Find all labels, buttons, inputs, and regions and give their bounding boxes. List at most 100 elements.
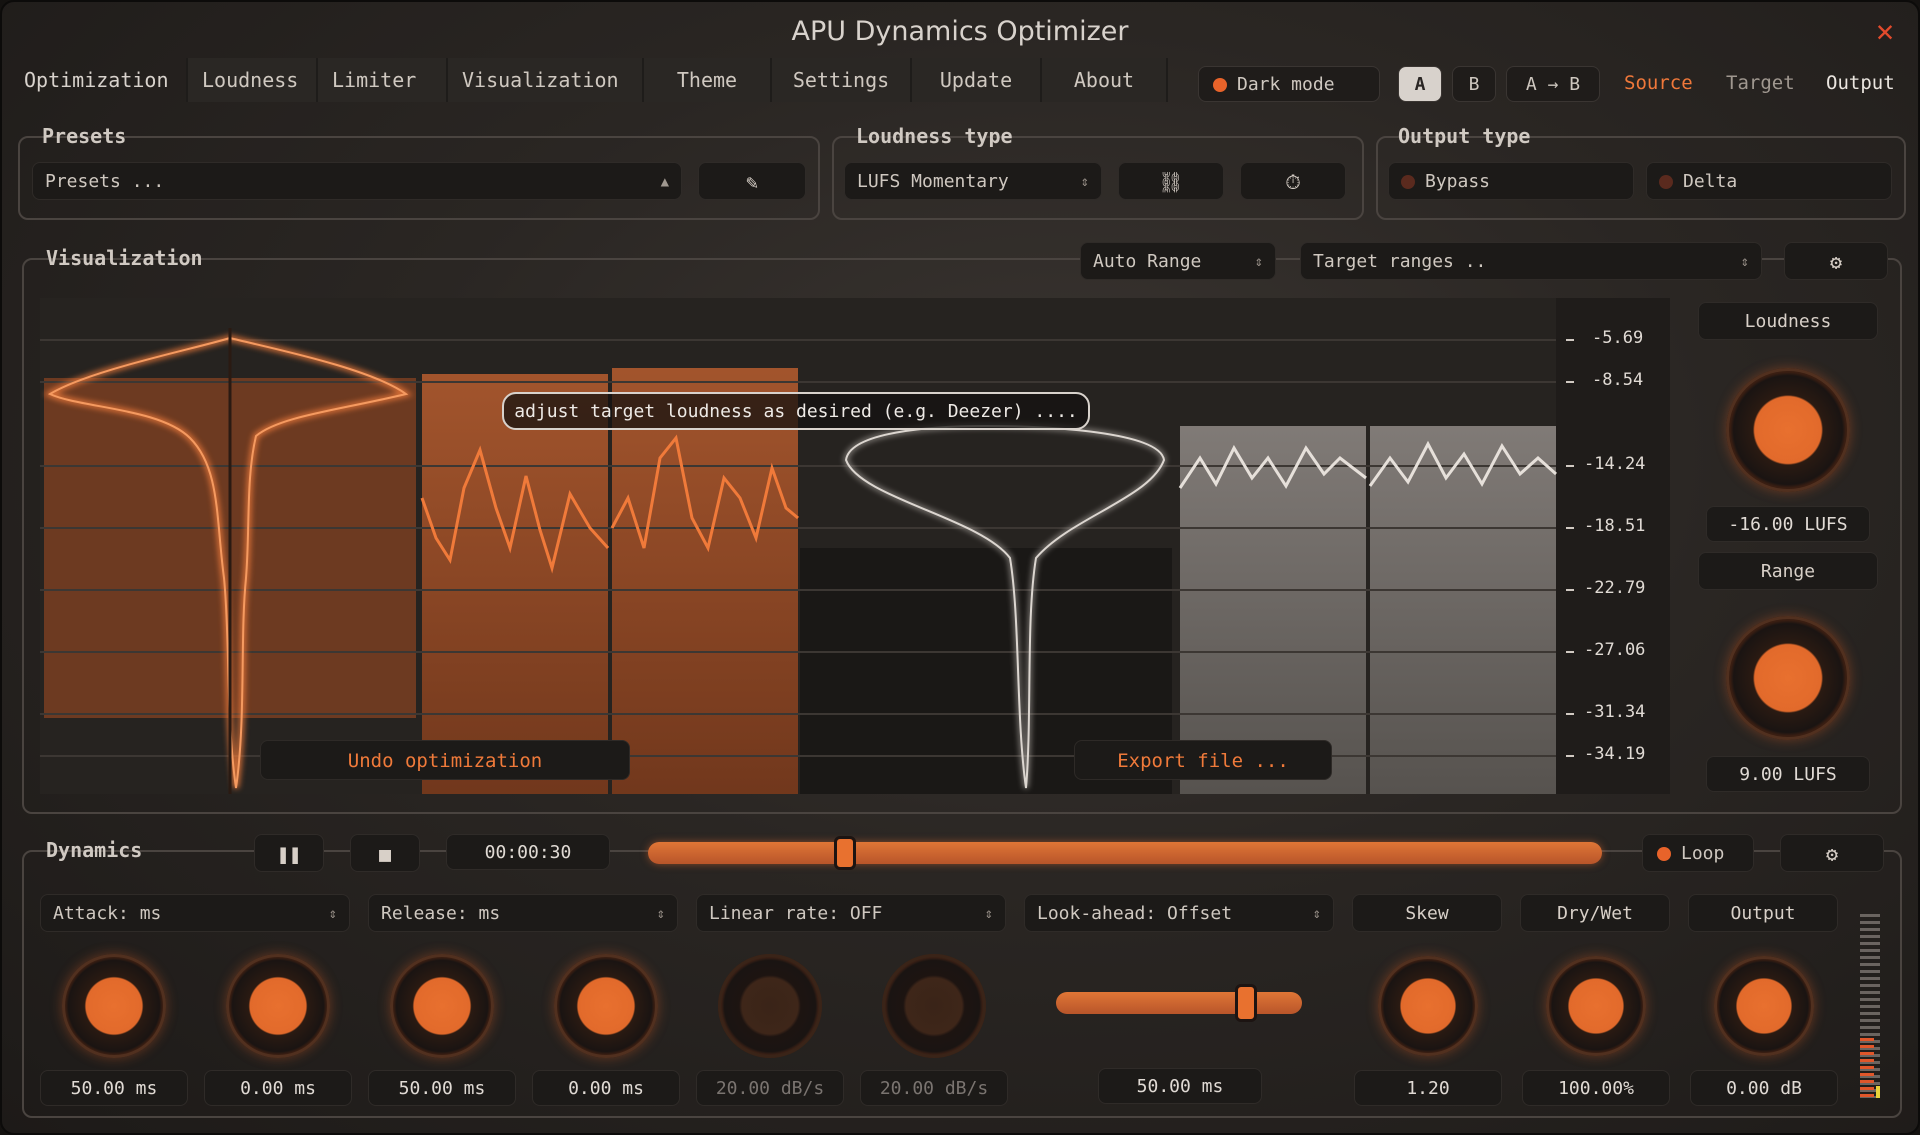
loudness-knob[interactable]	[1726, 368, 1850, 492]
delta-label: Delta	[1683, 171, 1738, 192]
stop-button[interactable]: ■	[350, 834, 420, 872]
release-value[interactable]: 50.00 ms	[368, 1070, 516, 1106]
pause-button[interactable]: ❚❚	[254, 834, 324, 872]
scale-label: -18.51	[1584, 516, 1646, 536]
dynamics-settings-button[interactable]: ⚙	[1780, 834, 1884, 872]
dark-mode-toggle[interactable]: Dark mode	[1198, 66, 1380, 102]
pause-icon: ❚❚	[276, 842, 302, 866]
scale-label: -8.54	[1592, 370, 1644, 390]
output-level-fill	[1860, 1038, 1874, 1098]
lookahead-slider[interactable]	[1056, 984, 1302, 1022]
release-secondary-value[interactable]: 0.00 ms	[532, 1070, 680, 1106]
release-select[interactable]: Release: ms ⇕	[368, 894, 678, 932]
tab-about[interactable]: About	[1042, 58, 1168, 102]
window-title: APU Dynamics Optimizer	[791, 16, 1129, 47]
range-mode-select[interactable]: Auto Range ⇕	[1080, 242, 1276, 280]
linear-rate-secondary-value[interactable]: 20.00 dB/s	[860, 1070, 1008, 1106]
plugin-window: APU Dynamics Optimizer ✕ Optimization Lo…	[0, 0, 1920, 1135]
playback-time: 00:00:30	[446, 834, 610, 870]
output-label: Output	[1688, 894, 1838, 932]
output-level-meter	[1860, 914, 1880, 1098]
timer-button[interactable]: ⏱	[1240, 162, 1346, 200]
tab-update[interactable]: Update	[912, 58, 1042, 102]
select-arrows-icon: ⇕	[984, 906, 993, 922]
select-arrows-icon: ⇕	[1080, 174, 1089, 190]
linear-rate-value-box[interactable]: 20.00 dB/s	[696, 1070, 844, 1106]
tab-loudness[interactable]: Loudness	[188, 58, 318, 102]
release-knob[interactable]	[390, 954, 494, 1058]
pencil-icon: ✎	[745, 170, 759, 194]
drywet-label: Dry/Wet	[1520, 894, 1670, 932]
target-ranges-value: Target ranges ..	[1313, 251, 1487, 272]
output-value[interactable]: 0.00 dB	[1690, 1070, 1838, 1106]
lookahead-value[interactable]: 50.00 ms	[1098, 1068, 1262, 1104]
attack-knob[interactable]	[62, 954, 166, 1058]
plot-svg	[40, 298, 1670, 794]
bypass-toggle[interactable]: Bypass	[1388, 162, 1634, 200]
source-link[interactable]: Source	[1624, 72, 1693, 94]
close-icon[interactable]: ✕	[1876, 14, 1894, 49]
drywet-value[interactable]: 100.00%	[1522, 1070, 1670, 1106]
attack-select[interactable]: Attack: ms ⇕	[40, 894, 350, 932]
scale-label: -5.69	[1592, 328, 1644, 348]
a-to-b-button[interactable]: A → B	[1506, 66, 1600, 102]
presets-value: Presets ...	[45, 171, 165, 192]
gear-icon: ⚙	[1825, 842, 1839, 866]
linear-rate-knob-secondary[interactable]	[882, 954, 986, 1058]
range-value[interactable]: 9.00 LUFS	[1706, 756, 1870, 792]
scale-label: -14.24	[1584, 454, 1646, 474]
select-arrows-icon: ⇕	[1740, 254, 1749, 270]
edit-preset-button[interactable]: ✎	[698, 162, 806, 200]
select-arrows-icon: ▲	[660, 174, 669, 190]
tab-settings[interactable]: Settings	[772, 58, 912, 102]
export-file-button[interactable]: Export file ...	[1074, 740, 1332, 780]
loudness-type-label: Loudness type	[856, 124, 1013, 148]
b-button[interactable]: B	[1452, 66, 1496, 102]
attack-value[interactable]: 50.00 ms	[40, 1070, 188, 1106]
target-ranges-select[interactable]: Target ranges .. ⇕	[1300, 242, 1762, 280]
loudness-type-value: LUFS Momentary	[857, 171, 1009, 192]
range-knob[interactable]	[1726, 616, 1850, 740]
release-knob-secondary[interactable]	[554, 954, 658, 1058]
lookahead-thumb[interactable]	[1235, 984, 1257, 1022]
delta-toggle[interactable]: Delta	[1646, 162, 1892, 200]
delta-indicator	[1659, 175, 1673, 189]
tab-visualization[interactable]: Visualization	[448, 58, 644, 102]
select-arrows-icon: ⇕	[1312, 906, 1321, 922]
output-knob[interactable]	[1714, 956, 1814, 1056]
playback-progress-slider[interactable]	[648, 836, 1602, 870]
loudness-knob-label: Loudness	[1698, 302, 1878, 340]
attack-knob-secondary[interactable]	[226, 954, 330, 1058]
loop-indicator	[1657, 847, 1671, 861]
loudness-type-select[interactable]: LUFS Momentary ⇕	[844, 162, 1102, 200]
main-tabs: Optimization Loudness Limiter Visualizat…	[10, 58, 1168, 102]
source-bar	[422, 374, 608, 794]
undo-optimization-button[interactable]: Undo optimization	[260, 740, 630, 780]
output-bar	[1370, 426, 1556, 794]
range-knob-label: Range	[1698, 552, 1878, 590]
linear-rate-select[interactable]: Linear rate: OFF ⇕	[696, 894, 1006, 932]
attack-secondary-value[interactable]: 0.00 ms	[204, 1070, 352, 1106]
scale-label: -27.06	[1584, 640, 1646, 660]
target-link[interactable]: Target	[1726, 72, 1795, 94]
output-link[interactable]: Output	[1826, 72, 1895, 94]
link-toggle-button[interactable]: ⛓	[1118, 162, 1224, 200]
linear-rate-knob[interactable]	[718, 954, 822, 1058]
tab-theme[interactable]: Theme	[644, 58, 772, 102]
bypass-indicator	[1401, 175, 1415, 189]
skew-value[interactable]: 1.20	[1354, 1070, 1502, 1106]
stopwatch-icon: ⏱	[1285, 170, 1301, 194]
loudness-value[interactable]: -16.00 LUFS	[1706, 506, 1870, 542]
tab-optimization[interactable]: Optimization	[10, 58, 188, 102]
skew-knob[interactable]	[1378, 956, 1478, 1056]
lookahead-select[interactable]: Look-ahead: Offset ⇕	[1024, 894, 1334, 932]
presets-select[interactable]: Presets ... ▲	[32, 162, 682, 200]
tab-limiter[interactable]: Limiter	[318, 58, 448, 102]
playback-progress-thumb[interactable]	[834, 836, 856, 870]
scale-label: -34.19	[1584, 744, 1646, 764]
loudness-plot[interactable]: -5.69 -8.54 -14.24 -18.51 -22.79 -27.06 …	[40, 298, 1670, 794]
drywet-knob[interactable]	[1546, 956, 1646, 1056]
loop-toggle[interactable]: Loop	[1642, 834, 1754, 872]
a-button[interactable]: A	[1398, 66, 1442, 102]
visualization-settings-button[interactable]: ⚙	[1784, 242, 1888, 280]
